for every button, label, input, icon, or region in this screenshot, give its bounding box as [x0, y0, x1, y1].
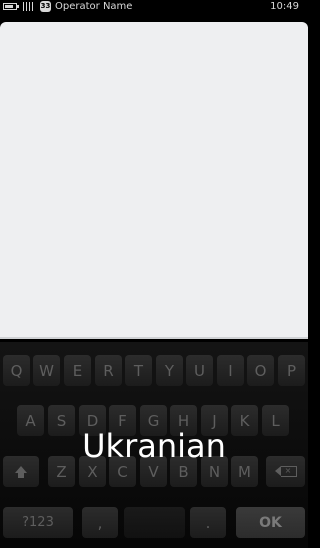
key-y[interactable]: Y [156, 355, 183, 386]
ok-key[interactable]: OK [236, 507, 305, 538]
clock: 10:49 [270, 1, 299, 12]
key-r[interactable]: R [95, 355, 122, 386]
comma-key[interactable]: , [82, 507, 118, 538]
key-o[interactable]: O [247, 355, 274, 386]
keyboard-language-label: Ukranian [82, 427, 226, 465]
key-e[interactable]: E [64, 355, 91, 386]
period-key[interactable]: . [190, 507, 226, 538]
key-p[interactable]: P [278, 355, 305, 386]
battery-icon [3, 3, 19, 10]
key-i[interactable]: I [217, 355, 244, 386]
space-key[interactable] [124, 507, 185, 538]
key-t[interactable]: T [125, 355, 152, 386]
text-input-area[interactable] [0, 22, 308, 339]
signal-strength-icon [23, 2, 35, 11]
key-q[interactable]: Q [3, 355, 30, 386]
carrier-icon: 33 [40, 1, 51, 12]
symbols-key[interactable]: ?123 [3, 507, 73, 538]
status-bar: 33 Operator Name 10:49 [0, 0, 308, 14]
key-w[interactable]: W [33, 355, 60, 386]
operator-name: Operator Name [55, 1, 133, 12]
key-u[interactable]: U [186, 355, 213, 386]
